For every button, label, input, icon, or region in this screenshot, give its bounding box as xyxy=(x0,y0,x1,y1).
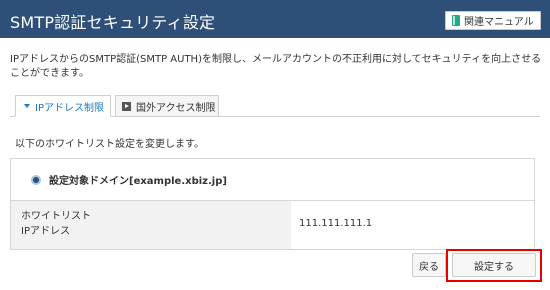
tab-label: 国外アクセス制限 xyxy=(136,102,216,114)
triangle-down-icon xyxy=(24,104,30,108)
radio-selected-icon[interactable] xyxy=(31,174,41,185)
domain-row: 設定対象ドメイン[example.xbiz.jp] xyxy=(11,159,534,201)
whitelist-label-cell: ホワイトリスト IPアドレス xyxy=(11,201,291,249)
instruction-text: 以下のホワイトリスト設定を変更します。 xyxy=(15,139,204,150)
ip-address-label: IPアドレス xyxy=(21,226,70,237)
whitelist-ip-value: 111.111.111.1 xyxy=(299,218,373,229)
triangle-right-icon xyxy=(122,101,131,111)
book-icon xyxy=(452,15,460,26)
page-header: SMTP認証セキュリティ設定 関連マニュアル xyxy=(0,0,550,38)
description-text: IPアドレスからのSMTP認証(SMTP AUTH)を制限し、メールアカウントの… xyxy=(10,54,542,79)
back-button[interactable]: 戻る xyxy=(412,253,446,277)
page-title: SMTP認証セキュリティ設定 xyxy=(10,13,216,32)
related-manual-label: 関連マニュアル xyxy=(464,17,534,28)
target-domain-label: 設定対象ドメイン[example.xbiz.jp] xyxy=(49,176,227,187)
related-manual-button[interactable]: 関連マニュアル xyxy=(445,11,541,30)
tab-foreign-access-restriction[interactable]: 国外アクセス制限 xyxy=(115,95,219,117)
tab-ip-address-restriction[interactable]: IPアドレス制限 xyxy=(15,95,111,117)
submit-button[interactable]: 設定する xyxy=(452,253,536,277)
tab-label: IPアドレス制限 xyxy=(35,102,104,114)
whitelist-label: ホワイトリスト xyxy=(21,211,91,222)
settings-panel: 設定対象ドメイン[example.xbiz.jp] ホワイトリスト IPアドレス… xyxy=(10,158,535,250)
whitelist-row: ホワイトリスト IPアドレス 111.111.111.1 xyxy=(11,201,534,249)
